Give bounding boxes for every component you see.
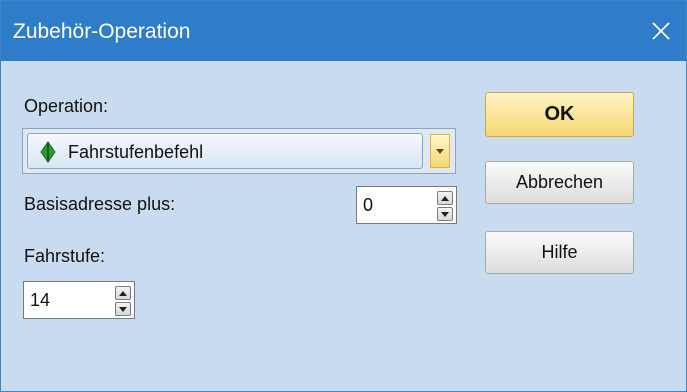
cancel-button[interactable]: Abbrechen bbox=[485, 161, 634, 204]
help-button[interactable]: Hilfe bbox=[485, 231, 634, 274]
fahrstufe-increment-button[interactable] bbox=[115, 286, 131, 300]
operation-label: Operation: bbox=[24, 96, 109, 116]
title-bar[interactable]: Zubehör-Operation bbox=[1, 1, 686, 61]
ok-button[interactable]: OK bbox=[485, 92, 634, 137]
arrow-down-icon bbox=[441, 211, 449, 217]
close-button[interactable] bbox=[636, 1, 686, 61]
operation-dropdown-button[interactable] bbox=[430, 134, 450, 168]
basisadresse-increment-button[interactable] bbox=[437, 191, 453, 205]
basisadresse-decrement-button[interactable] bbox=[437, 207, 453, 221]
arrow-up-icon bbox=[119, 290, 127, 296]
fahrstufe-decrement-button[interactable] bbox=[115, 302, 131, 316]
basisadresse-stepper[interactable]: 0 bbox=[356, 186, 457, 224]
window-title: Zubehör-Operation bbox=[13, 20, 191, 43]
operation-select-field[interactable]: Fahrstufenbefehl bbox=[27, 133, 423, 169]
fahrstufe-stepper[interactable]: 14 bbox=[23, 281, 135, 319]
dialog-window: Zubehör-Operation Operation: Fahrstufenb… bbox=[0, 0, 687, 392]
close-icon bbox=[652, 22, 670, 40]
operation-select-value: Fahrstufenbefehl bbox=[68, 142, 204, 162]
fahrstufe-value[interactable]: 14 bbox=[30, 290, 50, 311]
arrow-down-icon bbox=[119, 306, 127, 312]
basisadresse-label: Basisadresse plus: bbox=[24, 194, 176, 214]
fahrstufe-label: Fahrstufe: bbox=[24, 246, 106, 266]
basisadresse-value[interactable]: 0 bbox=[363, 195, 373, 216]
arrow-up-icon bbox=[441, 195, 449, 201]
green-diamond-icon bbox=[40, 141, 56, 163]
operation-select[interactable]: Fahrstufenbefehl bbox=[22, 128, 456, 174]
chevron-down-icon bbox=[436, 148, 444, 154]
